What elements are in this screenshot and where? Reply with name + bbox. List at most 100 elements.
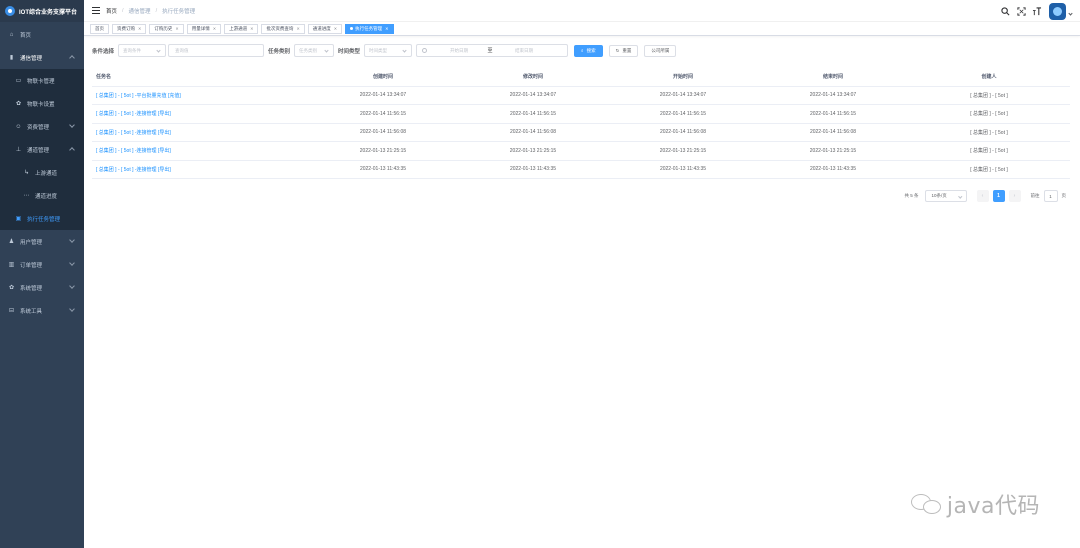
chevron-up-icon <box>69 55 75 61</box>
close-icon[interactable]: ✕ <box>250 26 253 31</box>
table-header: 任务名 创建时间 修改时间 开始时间 结束时间 创建人 <box>92 68 1070 87</box>
sidebar-item-upstream[interactable]: ↳ 上游通道 <box>0 161 84 184</box>
hamburger-icon[interactable] <box>92 7 100 14</box>
sidebar-item-system[interactable]: ✿ 系统管理 <box>0 276 84 299</box>
breadcrumb: 首页 / 通信管理 / 执行任务管理 <box>106 7 196 15</box>
fullscreen-icon[interactable] <box>1014 5 1028 19</box>
table-row[interactable]: [ 总集团 ] - [ 5ot ] -平台批量充值 [充值] 2022-01-1… <box>92 87 1070 105</box>
table-row[interactable]: [ 总集团 ] - [ 5ot ] -连接管理 [导出] 2022-01-13 … <box>92 142 1070 161</box>
breadcrumb-home[interactable]: 首页 <box>106 7 117 15</box>
close-icon[interactable]: ✕ <box>138 26 141 31</box>
task-name-link[interactable]: [ 总集团 ] - [ 5ot ] -连接管理 [导出] <box>92 129 308 136</box>
chart-icon: ▥ <box>8 262 15 268</box>
task-name-link[interactable]: [ 总集团 ] - [ 5ot ] -连接管理 [导出] <box>92 166 308 173</box>
reset-button[interactable]: ↻ 重置 <box>608 44 639 57</box>
breadcrumb-current: 执行任务管理 <box>162 8 196 15</box>
company-button[interactable]: 公司所属 <box>644 44 677 57</box>
table-row[interactable]: [ 总集团 ] - [ 5ot ] -连接管理 [导出] 2022-01-14 … <box>92 124 1070 142</box>
sidebar-item-communication[interactable]: ▮ 通信管理 <box>0 46 84 69</box>
chevron-down-icon <box>69 122 75 128</box>
start-date-input[interactable]: 开始日期 <box>433 48 485 54</box>
task-type-select[interactable]: 任务类别 <box>294 44 335 57</box>
header-modified: 修改时间 <box>522 74 543 81</box>
card-icon: ▭ <box>15 78 22 84</box>
close-icon[interactable]: ✕ <box>213 26 216 31</box>
tag-home[interactable]: 首页 <box>90 23 109 34</box>
pagination-total: 共 5 条 <box>904 193 919 198</box>
end-date-input[interactable]: 结束日期 <box>495 48 553 54</box>
task-name-link[interactable]: [ 总集团 ] - [ 5ot ] -连接管理 [导出] <box>92 110 308 117</box>
navbar: 首页 / 通信管理 / 执行任务管理 <box>84 0 1080 22</box>
condition-select[interactable]: 查询条件 <box>118 44 167 57</box>
page-jumper: 前往 1 页 <box>1031 190 1066 202</box>
task-name-link[interactable]: [ 总集团 ] - [ 5ot ] -平台批量充值 [充值] <box>92 92 308 99</box>
home-icon: ⌂ <box>9 31 14 38</box>
chevron-up-icon <box>69 147 75 153</box>
goto-page-input[interactable]: 1 <box>1043 190 1058 202</box>
chevron-down-icon <box>69 237 75 243</box>
sidebar-item-task-management[interactable]: ▣ 执行任务管理 <box>0 207 84 230</box>
logo-icon <box>5 6 15 16</box>
sidebar-item-channel[interactable]: ⊥ 通道管理 <box>0 138 84 161</box>
app-title: IOT综合业务支撑平台 <box>19 9 77 16</box>
tag-usage-detail[interactable]: 用量详情 ✕ <box>186 23 222 34</box>
chevron-down-icon <box>324 48 329 53</box>
condition-label: 条件选择 <box>92 48 115 55</box>
watermark: java代码 <box>910 488 1040 520</box>
gear-icon: ✿ <box>15 101 22 107</box>
tag-channel-progress[interactable]: 通道进度 ✕ <box>307 23 343 34</box>
task-type-label: 任务类别 <box>268 48 291 55</box>
date-range-picker[interactable]: 开始日期 至 结束日期 <box>416 44 569 57</box>
tag-upstream[interactable]: 上游通道 ✕ <box>224 23 259 34</box>
link-icon: ↳ <box>23 170 30 176</box>
table-row[interactable]: [ 总集团 ] - [ 5ot ] -连接管理 [导出] 2022-01-14 … <box>92 105 1070 124</box>
tag-order-history[interactable]: 订购历史 ✕ <box>149 23 184 34</box>
sidebar-item-progress[interactable]: ⋯ 通道进度 <box>0 184 84 207</box>
sidebar-item-iot-card[interactable]: ▭ 物联卡管理 <box>0 69 84 92</box>
sidebar-item-card-settings[interactable]: ✿ 物联卡设置 <box>0 92 84 115</box>
tag-tariff-order[interactable]: 资费订购 ✕ <box>112 23 147 34</box>
sidebar-item-users[interactable]: ♟ 用户管理 <box>0 230 84 253</box>
avatar[interactable] <box>1049 3 1066 20</box>
gear-icon: ✿ <box>8 285 15 291</box>
next-page-button[interactable]: › <box>1008 190 1021 202</box>
close-icon[interactable]: ✕ <box>296 26 299 31</box>
sim-icon: ▮ <box>9 55 14 61</box>
header-task-name: 任务名 <box>96 74 112 81</box>
task-name-link[interactable]: [ 总集团 ] - [ 5ot ] -连接管理 [导出] <box>92 147 308 154</box>
chevron-down-icon <box>958 194 963 199</box>
sidebar-item-home[interactable]: ⌂ 首页 <box>0 23 84 46</box>
user-icon: ☺ <box>15 123 22 130</box>
tag-task-management[interactable]: 执行任务管理 ✕ <box>345 23 394 34</box>
font-size-icon[interactable] <box>1030 5 1044 19</box>
app-logo[interactable]: IOT综合业务支撑平台 <box>0 0 84 22</box>
monitor-icon: ▣ <box>15 216 22 222</box>
close-icon[interactable]: ✕ <box>175 26 178 31</box>
calendar-icon <box>422 48 428 53</box>
time-type-label: 时间类型 <box>338 48 361 55</box>
sidebar-item-orders[interactable]: ▥ 订单管理 <box>0 253 84 276</box>
time-type-select[interactable]: 时间类型 <box>364 44 413 57</box>
sidebar-item-tools[interactable]: ⊟ 系统工具 <box>0 299 84 322</box>
query-input[interactable]: 查询值 <box>168 44 265 57</box>
search-button[interactable]: ⌕ 搜索 <box>574 44 603 57</box>
chevron-down-icon <box>402 48 407 53</box>
close-icon[interactable]: ✕ <box>334 26 337 31</box>
caret-down-icon[interactable] <box>1068 10 1073 16</box>
header-created: 创建时间 <box>372 74 393 81</box>
prev-page-button[interactable]: ‹ <box>976 190 989 202</box>
sidebar: IOT综合业务支撑平台 ⌂ 首页 ▮ 通信管理 ▭ 物联卡管理 ✿ 物联卡设置 … <box>0 0 84 548</box>
tag-batch-tariff[interactable]: 批次资费查询 ✕ <box>261 23 305 34</box>
breadcrumb-level1[interactable]: 通信管理 <box>129 7 151 15</box>
filter-bar: 条件选择 查询条件 查询值 任务类别 任务类别 时间类型 时间类型 开始日期 至… <box>92 44 677 57</box>
close-icon[interactable]: ✕ <box>385 26 388 31</box>
search-icon[interactable] <box>998 5 1012 19</box>
table-row[interactable]: [ 总集团 ] - [ 5ot ] -连接管理 [导出] 2022-01-13 … <box>92 161 1070 179</box>
toolbox-icon: ⊟ <box>8 308 15 314</box>
page-number-button[interactable]: 1 <box>992 190 1005 202</box>
chevron-down-icon <box>69 306 75 312</box>
people-icon: ♟ <box>8 239 15 245</box>
page-size-select[interactable]: 10条/页 <box>924 190 967 202</box>
sidebar-item-tariff[interactable]: ☺ 资费管理 <box>0 115 84 138</box>
right-menu <box>996 3 1073 20</box>
